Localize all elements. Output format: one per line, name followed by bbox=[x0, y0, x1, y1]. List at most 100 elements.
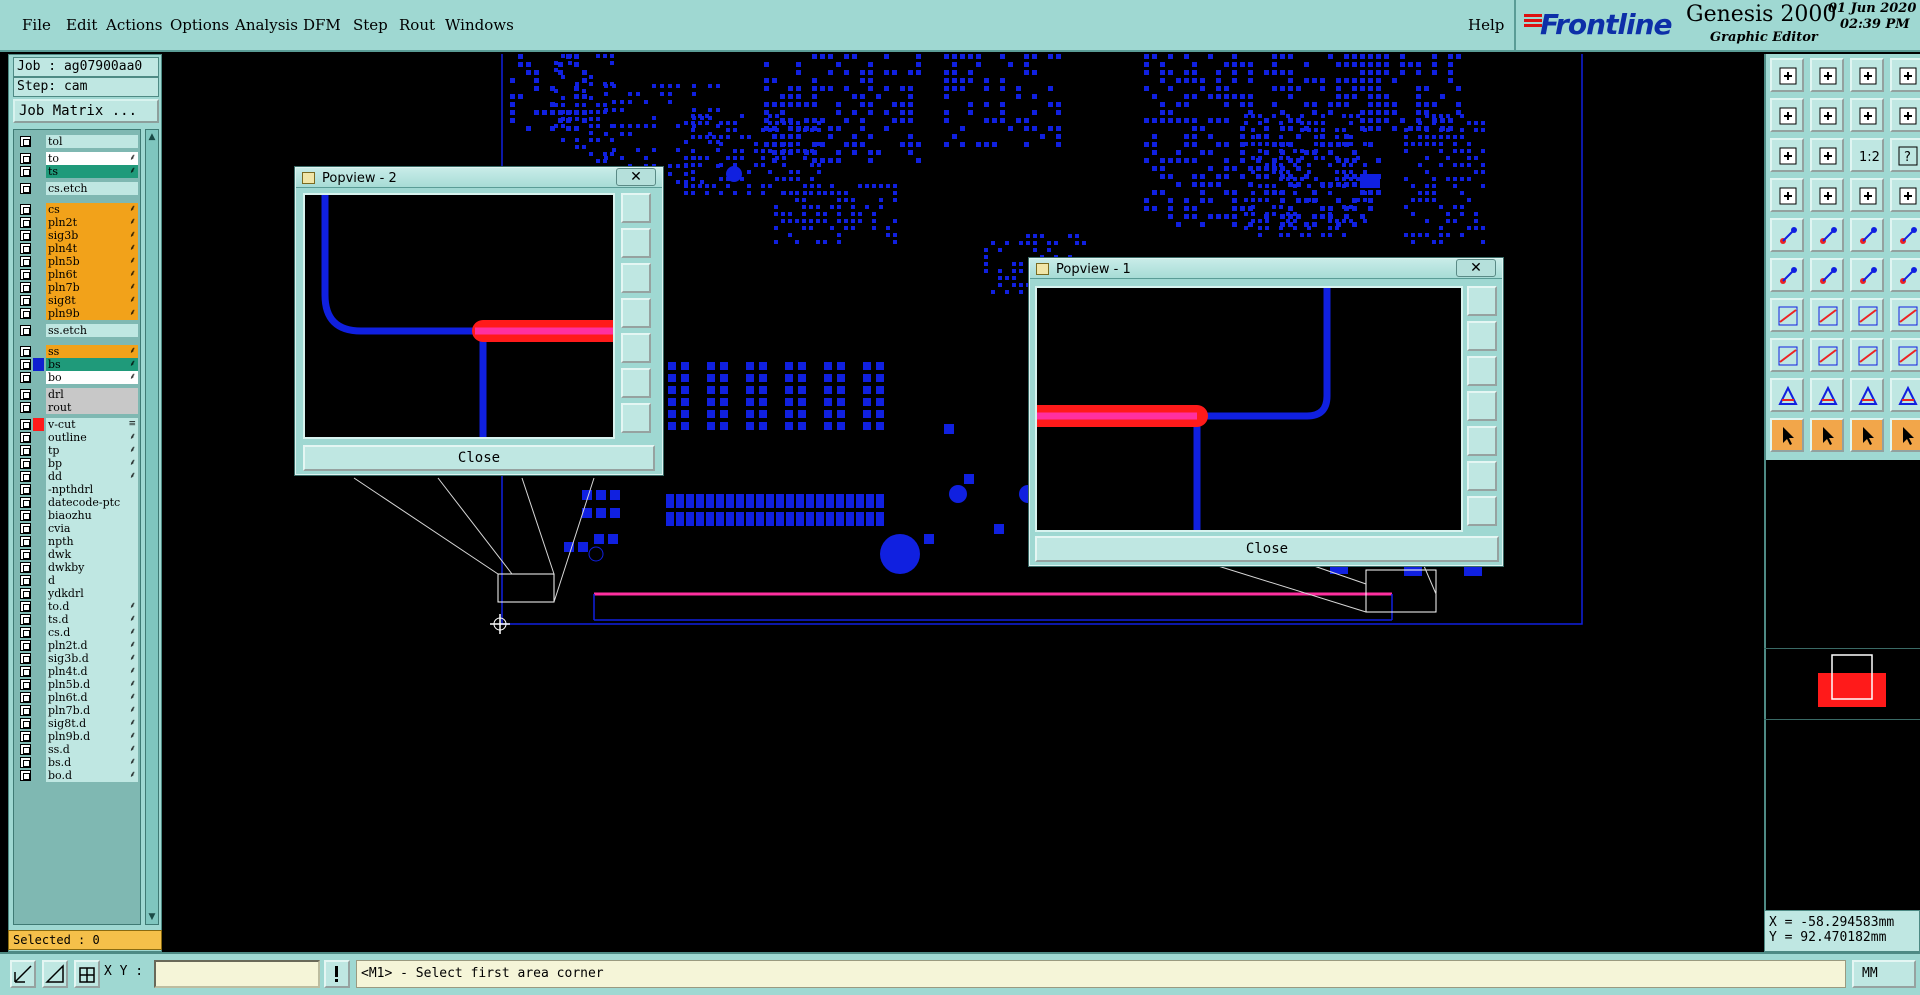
layer-checkbox[interactable] bbox=[20, 359, 31, 370]
zoom-fit-icon[interactable] bbox=[1770, 138, 1804, 172]
menu-file[interactable]: File bbox=[22, 16, 51, 34]
layer-checkbox[interactable] bbox=[20, 640, 31, 651]
layer-name[interactable]: pln9b ⸙ bbox=[46, 307, 138, 320]
grid-mode-icon[interactable] bbox=[74, 960, 100, 988]
pv-zoom-in-icon[interactable] bbox=[1467, 461, 1497, 491]
alert-icon[interactable] bbox=[324, 960, 350, 988]
layer-checkbox[interactable] bbox=[20, 692, 31, 703]
overview-minimap[interactable] bbox=[1764, 648, 1920, 720]
layer-checkbox[interactable] bbox=[20, 204, 31, 215]
pointer-red-icon[interactable] bbox=[1810, 418, 1844, 452]
measure-mode-icon[interactable] bbox=[42, 960, 68, 988]
triangle-a-icon[interactable] bbox=[1810, 378, 1844, 412]
layer-name[interactable]: tol bbox=[46, 135, 138, 148]
layer-checkbox[interactable] bbox=[20, 183, 31, 194]
cross-icon[interactable] bbox=[1810, 258, 1844, 292]
menu-analysis[interactable]: Analysis bbox=[235, 16, 298, 34]
layer-checkbox[interactable] bbox=[20, 575, 31, 586]
popview-2-view[interactable] bbox=[303, 193, 615, 439]
layer-checkbox[interactable] bbox=[20, 295, 31, 306]
layer-checkbox[interactable] bbox=[20, 308, 31, 319]
scroll-down-icon[interactable]: ▼ bbox=[147, 911, 157, 923]
measure-icon[interactable] bbox=[1770, 178, 1804, 212]
snap-mode-icon[interactable] bbox=[10, 960, 36, 988]
layer-checkbox[interactable] bbox=[20, 653, 31, 664]
pv-pan-left-icon[interactable] bbox=[621, 298, 651, 328]
layer-checkbox[interactable] bbox=[20, 549, 31, 560]
help-icon[interactable]: ? bbox=[1890, 138, 1920, 172]
arc-icon[interactable] bbox=[1850, 258, 1884, 292]
pv-pan-down-icon[interactable] bbox=[621, 263, 651, 293]
snap-red-icon[interactable] bbox=[1850, 178, 1884, 212]
triangle-b-icon[interactable] bbox=[1850, 378, 1884, 412]
minus-icon[interactable] bbox=[1810, 338, 1844, 372]
zoom-right-icon[interactable] bbox=[1810, 98, 1844, 132]
layer-checkbox[interactable] bbox=[20, 432, 31, 443]
layer-row[interactable]: ts ⸙ bbox=[14, 164, 140, 179]
popview-2-close-icon[interactable]: ✕ bbox=[616, 168, 656, 186]
layer-checkbox[interactable] bbox=[20, 536, 31, 547]
layer-name[interactable]: ts ⸙ bbox=[46, 165, 138, 178]
redraw-icon[interactable] bbox=[1890, 98, 1920, 132]
layer-row[interactable]: bo.d ⸙ bbox=[14, 768, 140, 783]
layer-checkbox[interactable] bbox=[20, 372, 31, 383]
pv-zoom-window-icon[interactable] bbox=[621, 193, 651, 223]
layer-list-scrollbar[interactable]: ▲ ▼ bbox=[145, 129, 159, 925]
dot-icon[interactable] bbox=[1890, 218, 1920, 252]
layer-checkbox[interactable] bbox=[20, 666, 31, 677]
layer-checkbox[interactable] bbox=[20, 346, 31, 357]
layer-row[interactable]: rout bbox=[14, 400, 140, 415]
popview-2-window[interactable]: Popview - 2 ✕ Close bbox=[294, 166, 664, 476]
fringe-icon[interactable] bbox=[1890, 298, 1920, 332]
menu-dfm[interactable]: DFM bbox=[303, 16, 341, 34]
pv-zoom-out-icon[interactable] bbox=[1467, 496, 1497, 526]
layer-checkbox[interactable] bbox=[20, 497, 31, 508]
menu-edit[interactable]: Edit bbox=[66, 16, 97, 34]
grid-icon[interactable] bbox=[1810, 178, 1844, 212]
window-split-icon[interactable] bbox=[1890, 58, 1920, 92]
popview-1-close-button[interactable]: Close bbox=[1035, 536, 1499, 562]
popview-1-view[interactable] bbox=[1035, 286, 1463, 532]
popview-2-titlebar[interactable]: Popview - 2 ✕ bbox=[296, 168, 662, 188]
toggle-icon[interactable] bbox=[1850, 98, 1884, 132]
layer-row[interactable]: pln9b ⸙ bbox=[14, 306, 140, 321]
layer-checkbox[interactable] bbox=[20, 718, 31, 729]
zoom-center-icon[interactable] bbox=[1810, 138, 1844, 172]
pv-pan-up-icon[interactable] bbox=[1467, 321, 1497, 351]
layer-name[interactable]: ss.etch bbox=[46, 324, 138, 337]
xy-input[interactable] bbox=[154, 960, 320, 988]
node-icon[interactable] bbox=[1770, 258, 1804, 292]
pointer-drag-icon[interactable] bbox=[1890, 418, 1920, 452]
popview-1-titlebar[interactable]: Popview - 1 ✕ bbox=[1030, 259, 1502, 279]
layer-checkbox[interactable] bbox=[20, 269, 31, 280]
pv-pan-right-icon[interactable] bbox=[1467, 426, 1497, 456]
layer-name[interactable]: cs.etch bbox=[46, 182, 138, 195]
layer-checkbox[interactable] bbox=[20, 770, 31, 781]
layer-row[interactable]: cs.etch bbox=[14, 181, 140, 196]
popview-1-close-icon[interactable]: ✕ bbox=[1456, 259, 1496, 277]
layer-up-icon[interactable] bbox=[1770, 58, 1804, 92]
layer-checkbox[interactable] bbox=[20, 744, 31, 755]
layer-down-icon[interactable] bbox=[1810, 58, 1844, 92]
layer-checkbox[interactable] bbox=[20, 402, 31, 413]
pv-zoom-window-icon[interactable] bbox=[1467, 286, 1497, 316]
layer-checkbox[interactable] bbox=[20, 230, 31, 241]
pv-pan-left-icon[interactable] bbox=[1467, 391, 1497, 421]
layer-checkbox[interactable] bbox=[20, 243, 31, 254]
home-icon[interactable] bbox=[1850, 58, 1884, 92]
menu-actions[interactable]: Actions bbox=[106, 16, 162, 34]
angle-icon[interactable] bbox=[1770, 298, 1804, 332]
layer-checkbox[interactable] bbox=[20, 731, 31, 742]
layer-row[interactable]: tol bbox=[14, 134, 140, 149]
layer-checkbox[interactable] bbox=[20, 389, 31, 400]
layer-name[interactable]: bo ⸙ bbox=[46, 371, 138, 384]
layer-checkbox[interactable] bbox=[20, 166, 31, 177]
units-toggle[interactable]: MM bbox=[1852, 960, 1916, 988]
popview-2-close-button[interactable]: Close bbox=[303, 445, 655, 471]
layer-checkbox[interactable] bbox=[20, 325, 31, 336]
pv-pan-up-icon[interactable] bbox=[621, 228, 651, 258]
job-matrix-button[interactable]: Job Matrix ... bbox=[13, 99, 159, 123]
layer-checkbox[interactable] bbox=[20, 601, 31, 612]
menu-rout[interactable]: Rout bbox=[399, 16, 435, 34]
layer-checkbox[interactable] bbox=[20, 614, 31, 625]
